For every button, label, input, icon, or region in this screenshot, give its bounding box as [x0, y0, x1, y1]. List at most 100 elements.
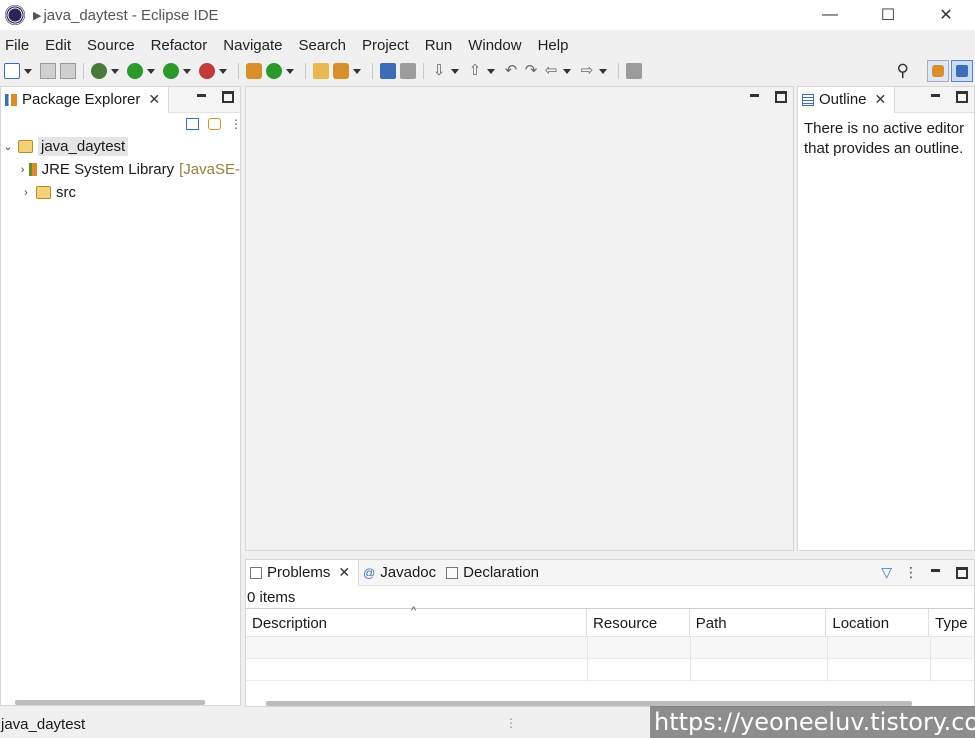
open-type-icon[interactable]	[313, 63, 329, 79]
collapsed-chevron-icon[interactable]: ›	[19, 164, 26, 176]
coverage-dropdown-chevron-icon[interactable]	[183, 68, 191, 74]
previous-annotation-icon[interactable]: ⇧	[467, 63, 483, 79]
next-annotation-icon[interactable]: ⇩	[431, 63, 447, 79]
minimize-button[interactable]: —	[801, 0, 859, 30]
new-dropdown-chevron-icon[interactable]	[24, 68, 32, 74]
tree-item-label: src	[56, 184, 76, 201]
maximize-view-icon[interactable]	[956, 91, 968, 103]
debug-icon[interactable]	[91, 63, 107, 79]
column-label: Description	[252, 615, 328, 632]
horizontal-scrollbar[interactable]	[15, 700, 205, 705]
view-menu-icon[interactable]: ⋮	[904, 564, 918, 581]
next-annotation-dropdown-chevron-icon[interactable]	[451, 68, 459, 74]
open-perspective-icon[interactable]	[927, 60, 949, 82]
problems-panel: Problems ✕ @ Javadoc Declaration ▽ ⋮ 0 i…	[245, 559, 975, 707]
close-button[interactable]: ✕	[917, 0, 975, 30]
javadoc-icon: @	[363, 565, 376, 580]
open-task-icon[interactable]	[380, 63, 396, 79]
tab-declaration[interactable]: Declaration	[444, 560, 547, 586]
column-header-path[interactable]: Path	[690, 609, 827, 636]
column-header-type[interactable]: Type	[929, 609, 974, 636]
tab-problems[interactable]: Problems ✕	[246, 559, 360, 586]
maximize-view-icon[interactable]	[222, 91, 234, 103]
menu-navigate[interactable]: Navigate	[215, 37, 290, 54]
tree-item-project[interactable]: ⌄ java_daytest	[1, 135, 240, 158]
tab-outline[interactable]: Outline ✕	[798, 86, 896, 113]
back-icon[interactable]: ⇦	[543, 63, 559, 79]
toggle-mark-icon[interactable]	[400, 63, 416, 79]
pin-editor-icon[interactable]	[626, 63, 642, 79]
collapse-all-icon[interactable]	[186, 118, 199, 130]
title-bar: ▶ java_daytest - Eclipse IDE — ☐ ✕	[0, 0, 975, 30]
debug-dropdown-chevron-icon[interactable]	[111, 68, 119, 74]
java-perspective-icon[interactable]	[951, 60, 973, 82]
tab-package-explorer[interactable]: Package Explorer ✕	[1, 86, 170, 113]
view-menu-icon[interactable]: ⋮	[230, 118, 242, 130]
menu-window[interactable]: Window	[460, 37, 529, 54]
external-tools-icon[interactable]	[199, 63, 215, 79]
minimize-view-icon[interactable]	[196, 91, 208, 105]
menu-search[interactable]: Search	[290, 37, 354, 54]
close-icon[interactable]: ✕	[338, 564, 350, 581]
maximize-view-icon[interactable]	[956, 566, 968, 579]
back-dropdown-chevron-icon[interactable]	[563, 68, 571, 74]
expanded-chevron-icon[interactable]: ⌄	[1, 140, 15, 153]
problems-view-actions: ▽ ⋮	[881, 564, 968, 581]
tree-item-jre-library[interactable]: › JRE System Library [JavaSE-	[1, 158, 240, 181]
declaration-icon	[446, 566, 459, 579]
last-edit-location-icon[interactable]: ↶	[503, 63, 519, 79]
outline-icon	[802, 93, 814, 106]
close-icon[interactable]: ✕	[875, 91, 887, 108]
outline-message: There is no active editor that provides …	[798, 113, 974, 165]
window-title: java_daytest - Eclipse IDE	[43, 6, 219, 24]
menu-source[interactable]: Source	[79, 37, 143, 54]
close-icon[interactable]: ✕	[148, 91, 160, 108]
new-java-class-icon[interactable]	[266, 63, 282, 79]
menu-run[interactable]: Run	[417, 37, 461, 54]
problems-header: Problems ✕ @ Javadoc Declaration ▽ ⋮	[246, 559, 974, 586]
search-dropdown-chevron-icon[interactable]	[353, 68, 361, 74]
column-header-location[interactable]: Location	[826, 609, 930, 636]
tree-item-src[interactable]: › src	[1, 181, 240, 204]
new-icon[interactable]	[4, 63, 20, 79]
menu-edit[interactable]: Edit	[37, 37, 79, 54]
forward-dropdown-chevron-icon[interactable]	[599, 68, 607, 74]
run-dropdown-chevron-icon[interactable]	[147, 68, 155, 74]
external-tools-dropdown-chevron-icon[interactable]	[219, 68, 227, 74]
minimize-view-icon[interactable]	[930, 91, 942, 105]
save-all-icon[interactable]	[60, 63, 76, 79]
menu-file[interactable]: File	[0, 37, 37, 54]
window-controls: — ☐ ✕	[801, 0, 975, 30]
column-header-resource[interactable]: Resource	[587, 609, 690, 636]
tab-outline-label: Outline	[819, 91, 867, 108]
search-tool-icon[interactable]	[333, 63, 349, 79]
menu-refactor[interactable]: Refactor	[143, 37, 216, 54]
menu-project[interactable]: Project	[354, 37, 417, 54]
minimize-view-icon[interactable]	[749, 91, 761, 105]
last-edit-forward-icon[interactable]: ↷	[523, 63, 539, 79]
run-icon[interactable]	[127, 63, 143, 79]
forward-icon[interactable]: ⇨	[579, 63, 595, 79]
link-with-editor-icon[interactable]	[208, 118, 221, 130]
editor-area	[245, 86, 794, 551]
column-header-description[interactable]: ^ Description	[246, 605, 588, 636]
search-icon[interactable]: ⚲	[897, 61, 909, 81]
view-min-max	[196, 91, 234, 105]
collapsed-chevron-icon[interactable]: ›	[19, 187, 33, 199]
tab-package-explorer-label: Package Explorer	[22, 91, 141, 108]
tab-javadoc[interactable]: @ Javadoc	[359, 560, 444, 586]
problems-icon	[250, 566, 262, 579]
maximize-button[interactable]: ☐	[859, 0, 917, 30]
menu-help[interactable]: Help	[530, 37, 577, 54]
new-java-project-icon[interactable]	[246, 63, 262, 79]
column-label: Path	[695, 615, 727, 632]
coverage-icon[interactable]	[163, 63, 179, 79]
previous-annotation-dropdown-chevron-icon[interactable]	[487, 68, 495, 74]
outline-header: Outline ✕	[798, 86, 974, 113]
status-text: java_daytest	[1, 715, 86, 733]
filter-icon[interactable]: ▽	[881, 564, 892, 581]
minimize-view-icon[interactable]	[930, 566, 942, 580]
new-java-class-dropdown-chevron-icon[interactable]	[286, 68, 294, 74]
save-icon[interactable]	[40, 63, 56, 79]
maximize-view-icon[interactable]	[775, 91, 787, 103]
